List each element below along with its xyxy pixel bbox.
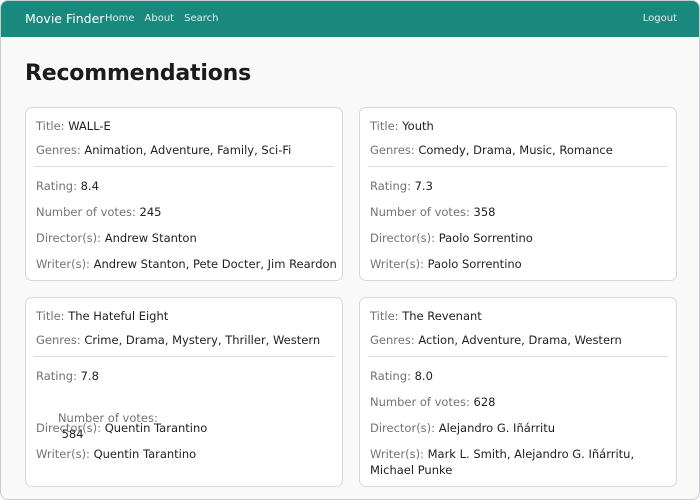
movie-writers: Andrew Stanton, Pete Docter, Jim Reardon: [93, 257, 337, 271]
genres-label: Genres:: [370, 143, 419, 157]
movie-writers: Paolo Sorrentino: [427, 257, 522, 271]
title-label: Title:: [370, 309, 403, 323]
rating-label: Rating:: [36, 179, 81, 193]
movie-rating-row: Rating: 8.4: [36, 178, 334, 194]
rating-label: Rating:: [370, 369, 415, 383]
movie-directors-row: Director(s): Andrew Stanton: [36, 230, 334, 246]
nav-links: Home About Search: [105, 13, 218, 24]
movie-card: Title: Youth Genres: Comedy, Drama, Musi…: [359, 107, 677, 281]
genres-label: Genres:: [36, 143, 85, 157]
movie-votes-row: Number of votes: 358: [370, 204, 668, 220]
movie-title: The Revenant: [402, 309, 482, 323]
movie-genres-row: Genres: Crime, Drama, Mystery, Thriller,…: [36, 332, 334, 348]
movie-writers-row: Writer(s): Quentin Tarantino: [36, 446, 334, 462]
title-label: Title:: [36, 119, 69, 133]
genres-label: Genres:: [36, 333, 85, 347]
movie-title-row: Title: The Hateful Eight: [36, 308, 334, 324]
movie-card: Title: The Revenant Genres: Action, Adve…: [359, 297, 677, 487]
card-divider: [34, 356, 334, 357]
movie-directors: Paolo Sorrentino: [438, 231, 533, 245]
card-divider: [368, 166, 668, 167]
votes-label: Number of votes:: [370, 395, 474, 409]
movie-writers-row: Writer(s): Paolo Sorrentino: [370, 256, 668, 272]
movie-directors-row: Director(s): Paolo Sorrentino: [370, 230, 668, 246]
movie-genres: Comedy, Drama, Music, Romance: [418, 143, 613, 157]
directors-label: Director(s):: [36, 231, 105, 245]
movie-genres-row: Genres: Action, Adventure, Drama, Wester…: [370, 332, 668, 348]
movie-directors: Andrew Stanton: [104, 231, 197, 245]
movie-card: Title: WALL-E Genres: Animation, Adventu…: [25, 107, 343, 281]
page-title: Recommendations: [25, 61, 251, 86]
movie-votes-row: Number of votes: 628: [370, 394, 668, 410]
movie-rating-row: Rating: 7.3: [370, 178, 668, 194]
movie-writers-row: Writer(s): Mark L. Smith, Alejandro G. I…: [370, 446, 668, 478]
movie-card: Title: The Hateful Eight Genres: Crime, …: [25, 297, 343, 487]
movie-directors: Quentin Tarantino: [104, 421, 208, 435]
movie-genres: Action, Adventure, Drama, Western: [418, 333, 622, 347]
movie-genres-row: Genres: Comedy, Drama, Music, Romance: [370, 142, 668, 158]
nav-link-about[interactable]: About: [145, 13, 175, 24]
writers-label: Writer(s):: [370, 447, 428, 461]
brand-link[interactable]: Movie Finder: [25, 11, 104, 26]
directors-label: Director(s):: [36, 421, 105, 435]
writers-label: Writer(s):: [36, 447, 94, 461]
movie-title: The Hateful Eight: [68, 309, 169, 323]
votes-label: Number of votes:: [370, 205, 474, 219]
nav-link-search[interactable]: Search: [184, 13, 218, 24]
movie-rating-row: Rating: 7.8: [36, 368, 334, 384]
movie-genres: Crime, Drama, Mystery, Thriller, Western: [84, 333, 321, 347]
movie-title-row: Title: Youth: [370, 118, 668, 134]
movie-genres-row: Genres: Animation, Adventure, Family, Sc…: [36, 142, 334, 158]
title-label: Title:: [36, 309, 69, 323]
movie-votes: 358: [473, 205, 496, 219]
directors-label: Director(s):: [370, 231, 439, 245]
movie-genres: Animation, Adventure, Family, Sci-Fi: [84, 143, 292, 157]
movie-writers-row: Writer(s): Andrew Stanton, Pete Docter, …: [36, 256, 337, 272]
card-divider: [34, 166, 334, 167]
genres-label: Genres:: [370, 333, 419, 347]
navbar: Movie Finder Home About Search Logout: [1, 1, 699, 37]
movie-rating: 7.8: [80, 369, 99, 383]
movie-title: Youth: [402, 119, 434, 133]
nav-link-home[interactable]: Home: [105, 13, 135, 24]
movie-rating: 8.0: [414, 369, 433, 383]
rating-label: Rating:: [370, 179, 415, 193]
movie-title-row: Title: The Revenant: [370, 308, 668, 324]
browser-window: Movie Finder Home About Search Logout Re…: [0, 0, 700, 500]
votes-label: Number of votes:: [36, 205, 140, 219]
rating-label: Rating:: [36, 369, 81, 383]
logout-link[interactable]: Logout: [643, 13, 677, 24]
card-divider: [368, 356, 668, 357]
movie-rating: 8.4: [80, 179, 99, 193]
title-label: Title:: [370, 119, 403, 133]
movie-writers: Quentin Tarantino: [93, 447, 197, 461]
movie-rating-row: Rating: 8.0: [370, 368, 668, 384]
movie-rating: 7.3: [414, 179, 433, 193]
writers-label: Writer(s):: [36, 257, 94, 271]
movie-directors: Alejandro G. Iñárritu: [438, 421, 556, 435]
movie-directors-row: Director(s): Alejandro G. Iñárritu: [370, 420, 668, 436]
movie-votes: 628: [473, 395, 496, 409]
movie-title: WALL-E: [68, 119, 111, 133]
movie-title-row: Title: WALL-E: [36, 118, 334, 134]
directors-label: Director(s):: [370, 421, 439, 435]
writers-label: Writer(s):: [370, 257, 428, 271]
movie-directors-row: Director(s): Quentin Tarantino: [36, 420, 334, 436]
movie-votes: 245: [139, 205, 162, 219]
movie-votes-row: Number of votes: 245: [36, 204, 334, 220]
